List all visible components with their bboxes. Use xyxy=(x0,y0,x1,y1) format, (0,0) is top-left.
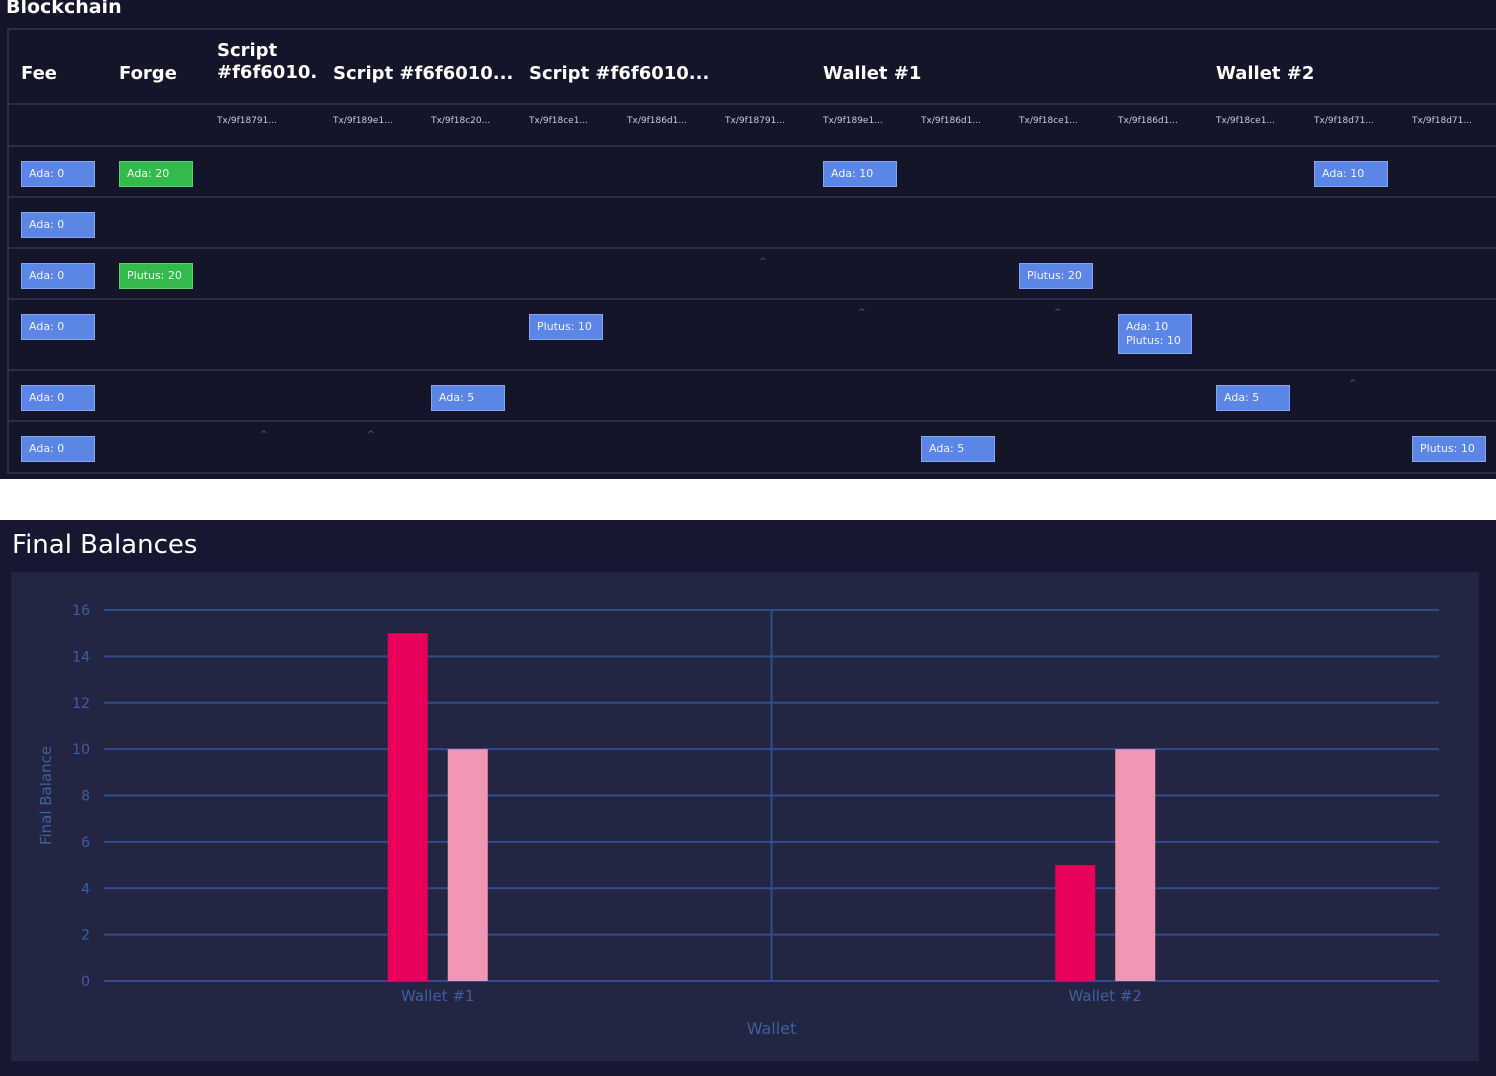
column-header-wallet-2[interactable]: Wallet #2 xyxy=(1216,63,1314,85)
connector-marker-icon: ^ xyxy=(367,430,375,440)
tx-label: Tx/9f186d1... xyxy=(921,116,981,126)
tx-label: Tx/9f186d1... xyxy=(1118,116,1178,126)
y-tick-label: 4 xyxy=(81,881,90,897)
blockchain-panel: Blockchain Fee Forge Script #f6f6010... … xyxy=(0,0,1496,479)
tx-label: Tx/9f18791... xyxy=(217,116,277,126)
column-header-fee[interactable]: Fee xyxy=(21,63,57,85)
tx-label: Tx/9f186d1... xyxy=(627,116,687,126)
balance-chip[interactable]: Ada: 0 xyxy=(21,385,95,411)
y-tick-label: 16 xyxy=(72,603,90,619)
balance-chip[interactable]: Ada: 5 xyxy=(1216,385,1290,411)
tx-label: Tx/9f18791... xyxy=(725,116,785,126)
column-header-script-3[interactable]: Script #f6f6010... xyxy=(529,63,709,85)
y-tick-label: 10 xyxy=(72,742,90,758)
tx-label: Tx/9f189e1... xyxy=(823,116,883,126)
balance-chip[interactable]: Ada: 5 xyxy=(431,385,505,411)
y-tick-label: 0 xyxy=(81,974,90,990)
blockchain-table: Fee Forge Script #f6f6010... Script #f6f… xyxy=(7,28,1496,474)
tx-label: Tx/9f18d71... xyxy=(1314,116,1374,126)
bar xyxy=(387,633,428,981)
balance-chip[interactable]: Ada: 10 xyxy=(823,161,897,187)
balance-chip[interactable]: Ada: 5 xyxy=(921,436,995,462)
bar xyxy=(447,749,488,981)
balance-chip[interactable]: Ada: 0 xyxy=(21,314,95,340)
y-tick-label: 6 xyxy=(81,835,90,851)
panel-divider xyxy=(0,479,1496,520)
column-header-script-2[interactable]: Script #f6f6010... xyxy=(333,63,513,85)
y-tick-label: 2 xyxy=(81,928,90,944)
balance-chip[interactable]: Ada: 0 xyxy=(21,436,95,462)
connector-marker-icon: ^ xyxy=(260,430,268,440)
tx-label: Tx/9f18ce1... xyxy=(1216,116,1275,126)
y-tick-label: 12 xyxy=(72,696,90,712)
balance-chip[interactable]: Plutus: 10 xyxy=(529,314,603,340)
forge-chip[interactable]: Ada: 20 xyxy=(119,161,193,187)
forge-chip[interactable]: Plutus: 20 xyxy=(119,263,193,289)
balance-chip[interactable]: Ada: 0 xyxy=(21,263,95,289)
balance-chip[interactable]: Ada: 0 xyxy=(21,212,95,238)
blockchain-title: Blockchain xyxy=(6,0,122,18)
y-axis-label: Final Balance xyxy=(37,746,55,845)
connector-marker-icon: ^ xyxy=(759,257,767,267)
balance-chip[interactable]: Ada: 0 xyxy=(21,161,95,187)
final-balances-chart-card: 0 2 4 6 8 10 12 14 16 Wallet #1 Wallet #2 Wallet Fin… xyxy=(11,572,1479,1061)
column-header-script-1[interactable]: Script #f6f6010... xyxy=(217,40,317,84)
tx-label: Tx/9f18d71... xyxy=(1412,116,1472,126)
balance-chip[interactable]: Plutus: 10 xyxy=(1412,436,1486,462)
balance-chip[interactable]: Ada: 10 Plutus: 10 xyxy=(1118,314,1192,354)
tx-label: Tx/9f18ce1... xyxy=(1019,116,1078,126)
tx-label: Tx/9f189e1... xyxy=(333,116,393,126)
bar xyxy=(1055,865,1096,981)
y-tick-label: 14 xyxy=(72,649,90,665)
balance-chip[interactable]: Plutus: 20 xyxy=(1019,263,1093,289)
column-header-forge[interactable]: Forge xyxy=(119,63,177,85)
tx-label: Tx/9f18c20... xyxy=(431,116,491,126)
y-tick-label: 8 xyxy=(81,789,90,805)
x-tick-label: Wallet #1 xyxy=(401,987,474,1005)
final-balances-chart: 0 2 4 6 8 10 12 14 16 Wallet #1 Wallet #2 Wallet Fin… xyxy=(37,603,1439,1038)
column-header-wallet-1[interactable]: Wallet #1 xyxy=(823,63,921,85)
x-tick-label: Wallet #2 xyxy=(1069,987,1142,1005)
final-balances-title: Final Balances xyxy=(12,530,198,560)
connector-marker-icon: ^ xyxy=(1349,379,1357,389)
x-axis-label: Wallet xyxy=(747,1019,797,1038)
final-balances-panel: Final Balances 0 2 4 6 8 10 12 14 16 Wallet #1 Wal… xyxy=(0,520,1496,1076)
connector-marker-icon: ^ xyxy=(1054,308,1062,318)
bar xyxy=(1115,749,1156,981)
tx-label: Tx/9f18ce1... xyxy=(529,116,588,126)
balance-chip[interactable]: Ada: 10 xyxy=(1314,161,1388,187)
connector-marker-icon: ^ xyxy=(858,308,866,318)
